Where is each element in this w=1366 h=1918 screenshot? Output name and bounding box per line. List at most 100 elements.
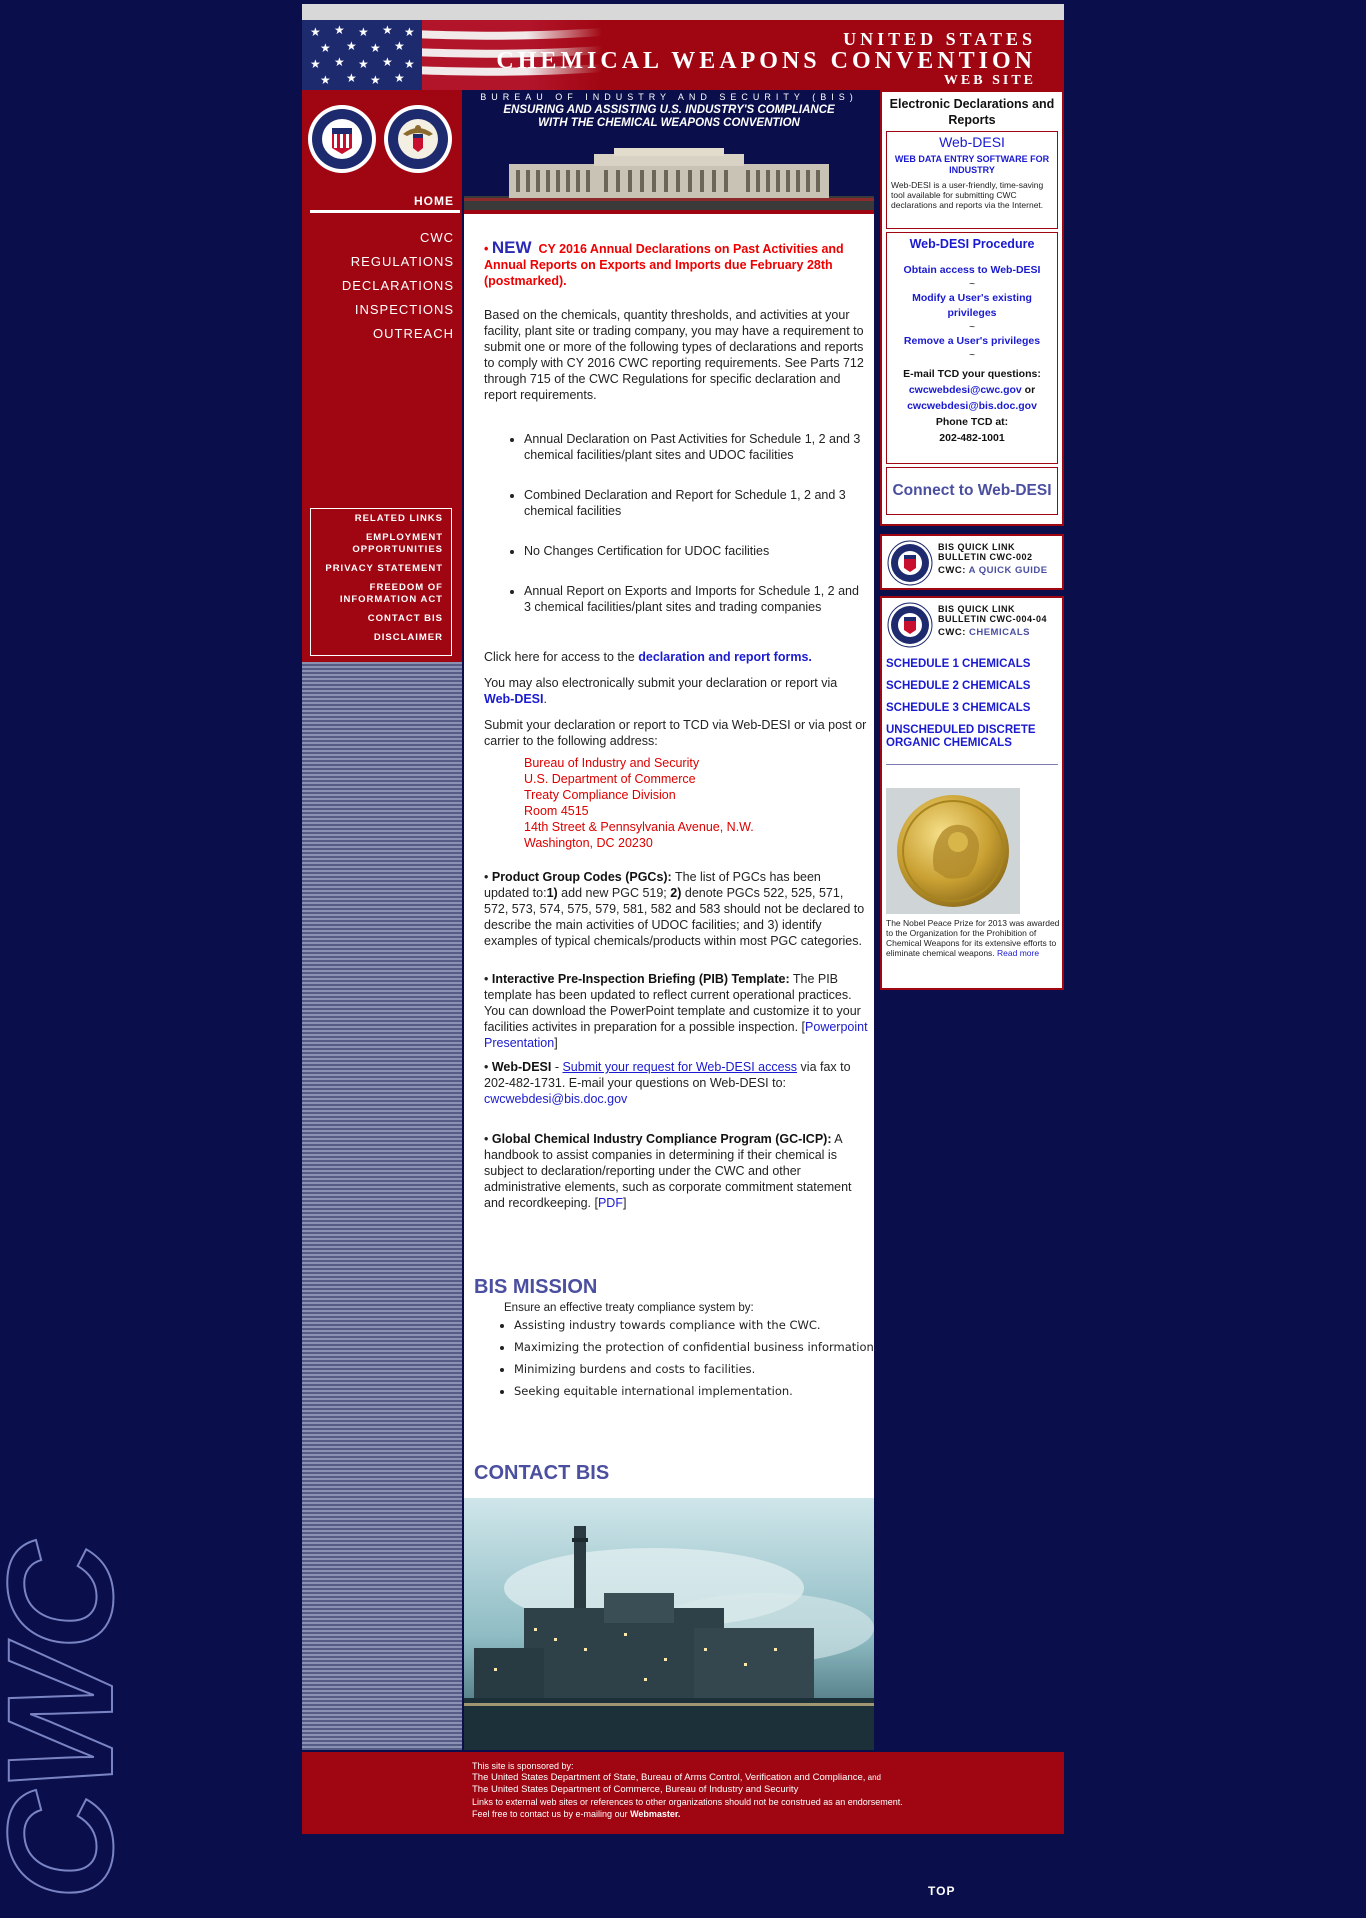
pib-item: • Interactive Pre-Inspection Briefing (P… <box>484 971 868 1051</box>
footer-disclaimer: Links to external web sites or reference… <box>472 1797 903 1807</box>
back-to-top-link[interactable]: TOP <box>928 1884 955 1898</box>
chemical-plant-photo <box>464 1498 874 1750</box>
forms-prefix: Click here for access to the <box>484 650 639 664</box>
separator-tilde: ~ <box>969 279 975 290</box>
gcicp-pdf-link[interactable]: PDF <box>598 1196 623 1210</box>
modify-privileges-link[interactable]: Modify a User's existing privileges <box>887 291 1057 321</box>
mission-tagline: ENSURING AND ASSISTING U.S. INDUSTRY'S C… <box>464 104 874 130</box>
pgc-num-2: 2) <box>670 886 682 900</box>
separator-tilde: ~ <box>969 322 975 333</box>
gcicp-item: • Global Chemical Industry Compliance Pr… <box>484 1131 868 1211</box>
address-line: Room 4515 <box>524 804 589 818</box>
state-department-seal-icon[interactable] <box>383 104 453 174</box>
webdesi-info-box: Web-DESI WEB DATA ENTRY SOFTWARE FOR IND… <box>886 131 1058 229</box>
pib-bracket-close: ] <box>554 1036 558 1050</box>
contact-bis-heading[interactable]: CONTACT BIS <box>474 1462 609 1485</box>
declaration-type-item: Annual Declaration on Past Activities fo… <box>524 431 868 463</box>
footer-state-dept: The United States Department of State, B… <box>472 1772 866 1783</box>
remove-privileges-link[interactable]: Remove a User's privileges <box>887 334 1057 349</box>
unscheduled-chemicals-link[interactable]: UNSCHEDULED DISCRETE ORGANIC CHEMICALS <box>886 724 1058 750</box>
email-cwc-link[interactable]: cwcwebdesi@cwc.gov <box>909 384 1022 396</box>
webdesi-request-link[interactable]: Submit your request for Web-DESI access <box>562 1060 797 1074</box>
subnav-employment-line1: EMPLOYMENT <box>365 532 443 543</box>
subnav-contact-bis[interactable]: CONTACT BIS <box>311 613 443 625</box>
chemicals-link[interactable]: CHEMICALS <box>969 627 1030 638</box>
quick-link-text: BIS QUICK LINK BULLETIN CWC-004-04 CWC: … <box>938 604 1047 638</box>
webdesi-email-link[interactable]: cwcwebdesi@bis.doc.gov <box>484 1092 627 1106</box>
connect-webdesi-link[interactable]: Connect to Web-DESI <box>892 482 1051 500</box>
address-line: 14th Street & Pennsylvania Avenue, N.W. <box>524 820 754 834</box>
quick-link-text: BIS QUICK LINK BULLETIN CWC-002 CWC: A Q… <box>938 542 1048 576</box>
left-striped-filler <box>302 662 462 1750</box>
nobel-medal-image[interactable] <box>886 788 1020 914</box>
address-line: Washington, DC 20230 <box>524 836 653 850</box>
procedure-heading[interactable]: Web-DESI Procedure <box>887 237 1057 251</box>
subnav-foia[interactable]: FREEDOM OF INFORMATION ACT <box>311 582 443 606</box>
chemical-schedule-links: SCHEDULE 1 CHEMICALS SCHEDULE 2 CHEMICAL… <box>886 658 1058 759</box>
nav-item-outreach[interactable]: OUTREACH <box>342 322 454 346</box>
banner-titles: UNITED STATES CHEMICAL WEAPONS CONVENTIO… <box>496 30 1036 89</box>
banner-title-line2: CHEMICAL WEAPONS CONVENTION <box>496 48 1036 74</box>
electronic-paragraph: You may also electronically submit your … <box>484 675 868 707</box>
subnav-foia-line2: INFORMATION ACT <box>339 594 443 605</box>
quick-link-sub: CWC: CHEMICALS <box>938 628 1047 638</box>
announcements: • NEW CY 2016 Annual Declarations on Pas… <box>484 239 868 1229</box>
divider <box>886 764 1058 765</box>
webdesi-item: • Web-DESI - Submit your request for Web… <box>484 1059 868 1107</box>
bureau-label: BUREAU OF INDUSTRY AND SECURITY (BIS) <box>480 92 858 102</box>
subnav-disclaimer[interactable]: DISCLAIMER <box>311 632 443 644</box>
schedule-2-link[interactable]: SCHEDULE 2 CHEMICALS <box>886 680 1058 693</box>
center-header: BUREAU OF INDUSTRY AND SECURITY (BIS) EN… <box>464 90 874 214</box>
new-announcement-text: CY 2016 Annual Declarations on Past Acti… <box>484 242 844 288</box>
declaration-types-list: Annual Declaration on Past Activities fo… <box>484 431 868 615</box>
read-more-link[interactable]: Read more <box>997 948 1039 958</box>
bullet-glyph: • <box>484 1060 492 1074</box>
quick-guide-link[interactable]: A QUICK GUIDE <box>969 565 1048 576</box>
intro-paragraph: Based on the chemicals, quantity thresho… <box>484 308 864 402</box>
nav-item-cwc[interactable]: CWC <box>342 226 454 250</box>
forms-paragraph: Click here for access to the declaration… <box>484 649 868 665</box>
mission-item: Assisting industry towards compliance wi… <box>514 1318 884 1332</box>
header-red-rule <box>464 210 874 214</box>
footer-state-line: The United States Department of State, B… <box>472 1772 903 1784</box>
mission-item: Seeking equitable international implemen… <box>514 1384 884 1398</box>
nav-item-regulations[interactable]: REGULATIONS <box>342 250 454 274</box>
subnav-employment[interactable]: EMPLOYMENT OPPORTUNITIES <box>311 532 443 556</box>
connect-webdesi-box: Connect to Web-DESI <box>886 467 1058 515</box>
nav-item-inspections[interactable]: INSPECTIONS <box>342 298 454 322</box>
banner-title-line3: WEB SITE <box>943 73 1036 88</box>
email-bis-link[interactable]: cwcwebdesi@bis.doc.gov <box>887 398 1057 414</box>
webdesi-dash: - <box>551 1060 563 1074</box>
webdesi-subheading: WEB DATA ENTRY SOFTWARE FOR INDUSTRY <box>894 154 1050 175</box>
obtain-access-link[interactable]: Obtain access to Web-DESI <box>887 263 1057 278</box>
footer-and: and <box>865 1773 881 1782</box>
email-tcd-label: E-mail TCD your questions: <box>903 368 1041 380</box>
forms-link[interactable]: declaration and report forms. <box>638 650 812 664</box>
electronic-prefix: You may also electronically submit your … <box>484 676 838 690</box>
home-divider <box>310 210 460 213</box>
footer-contact-line: Feel free to contact us by e-mailing our… <box>472 1808 903 1820</box>
mission-item: Minimizing burdens and costs to faciliti… <box>514 1362 884 1376</box>
nav-item-declarations[interactable]: DECLARATIONS <box>342 274 454 298</box>
phone-label: Phone TCD at: <box>935 416 1009 428</box>
nav-home-link[interactable]: HOME <box>414 194 454 208</box>
gcicp-title: Global Chemical Industry Compliance Prog… <box>491 1132 832 1146</box>
subnav-related-links[interactable]: RELATED LINKS <box>311 513 443 525</box>
quick-link-line2: BULLETIN CWC-004-04 <box>938 614 1048 624</box>
svg-text:CWC: CWC <box>0 1539 130 1900</box>
webdesi-inline-link[interactable]: Web-DESI <box>484 692 544 706</box>
tagline-line1: ENSURING AND ASSISTING U.S. INDUSTRY'S C… <box>503 104 835 116</box>
webdesi-heading[interactable]: Web-DESI <box>887 134 1057 150</box>
schedule-1-link[interactable]: SCHEDULE 1 CHEMICALS <box>886 658 1058 671</box>
quick-link-cwc-002[interactable]: BIS QUICK LINK BULLETIN CWC-002 CWC: A Q… <box>880 534 1064 590</box>
subnav-privacy[interactable]: PRIVACY STATEMENT <box>311 563 443 575</box>
webmaster-link[interactable]: Webmaster. <box>630 1809 680 1819</box>
site-footer: This site is sponsored by: The United St… <box>302 1752 1064 1834</box>
cwc-watermark-graphic: CWC <box>0 1538 130 1901</box>
schedule-3-link[interactable]: SCHEDULE 3 CHEMICALS <box>886 702 1058 715</box>
commerce-seal-icon[interactable] <box>307 104 377 174</box>
quick-link-sub: CWC: A QUICK GUIDE <box>938 566 1048 576</box>
gcicp-close: ] <box>622 1196 627 1210</box>
footer-sponsor-label: This site is sponsored by: <box>472 1761 574 1771</box>
address-line: U.S. Department of Commerce <box>524 772 696 786</box>
